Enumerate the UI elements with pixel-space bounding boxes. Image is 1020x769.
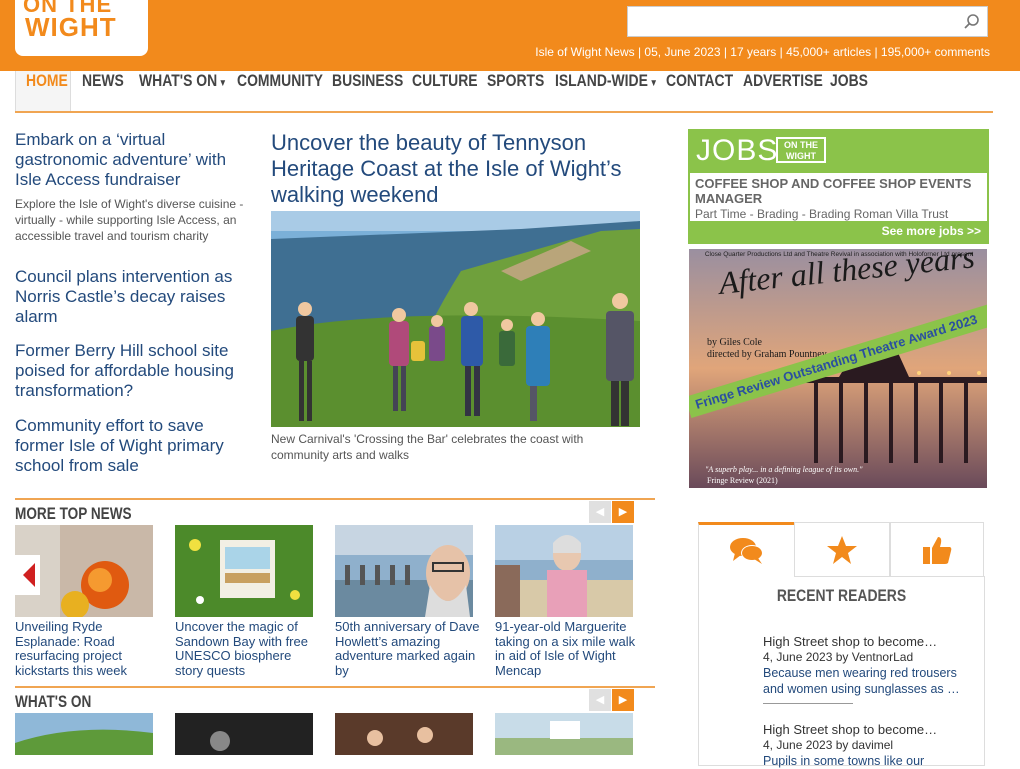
event-thumb-image[interactable]: [175, 713, 313, 755]
story-link[interactable]: Former Berry Hill school site poised for…: [15, 341, 245, 401]
see-more-jobs-link[interactable]: See more jobs >>: [690, 221, 987, 242]
main-story-title[interactable]: Uncover the beauty of Tennyson Heritage …: [271, 130, 651, 208]
nav-item-whats-on[interactable]: WHAT'S ON ▼: [139, 71, 227, 111]
panel-title: RECENT READERS: [776, 586, 907, 605]
job-details: Part Time - Brading - Brading Roman Vill…: [695, 207, 949, 221]
nav-item-business[interactable]: BUSINESS: [332, 71, 403, 111]
story-link[interactable]: Council plans intervention as Norris Cas…: [15, 267, 245, 327]
nav-item-home[interactable]: HOME: [26, 71, 68, 111]
section-title: WHAT'S ON: [15, 692, 92, 711]
more-top-news-header: MORE TOP NEWS ◀ ▶: [15, 498, 655, 525]
main-story-caption: New Carnival's 'Crossing the Bar' celebr…: [271, 432, 584, 462]
search-input[interactable]: [627, 6, 988, 37]
reader-comment-link[interactable]: Because men wearing red trousers and wom…: [763, 665, 978, 697]
jobs-widget[interactable]: JOBS ON THE WIGHT COFFEE SHOP AND COFFEE …: [688, 129, 989, 244]
carousel-prev-button[interactable]: ◀: [589, 501, 611, 523]
carousel-controls: ◀ ▶: [589, 501, 635, 523]
nav-item-island-wide[interactable]: ISLAND-WIDE ▼: [555, 71, 658, 111]
advert-banner[interactable]: Close Quarter Productions Ltd and Theatr…: [689, 249, 987, 488]
chevron-down-icon: ▼: [649, 78, 658, 89]
nav-item-news[interactable]: NEWS: [82, 71, 124, 111]
nav-item-jobs[interactable]: JOBS: [830, 71, 868, 111]
main-nav: HOME NEWS WHAT'S ON ▼ COMMUNITY BUSINESS …: [15, 71, 993, 113]
news-thumb-title[interactable]: Unveiling Ryde Esplanade: Road resurfaci…: [15, 619, 160, 678]
story-summary: Explore the Isle of Wight's diverse cuis…: [15, 197, 244, 243]
tab-liked[interactable]: [890, 522, 984, 577]
divider: [763, 703, 853, 704]
jobs-logo: JOBS: [696, 134, 779, 167]
story-link[interactable]: Community effort to save former Isle of …: [15, 416, 245, 476]
advert-quote: "A superb play... in a defining league o…: [705, 465, 863, 474]
reader-comment-link[interactable]: Pupils in some towns like our: [763, 753, 978, 769]
whats-on-header: WHAT'S ON ◀ ▶: [15, 686, 655, 713]
story-link[interactable]: Embark on a ‘virtual gastronomic adventu…: [15, 130, 245, 190]
logo-wight-text: WIGHT: [25, 12, 117, 42]
jobs-badge: ON THE WIGHT: [776, 137, 826, 163]
carousel-controls: ◀ ▶: [589, 689, 635, 711]
chevron-down-icon: ▼: [218, 78, 227, 89]
carousel-next-button[interactable]: ▶: [612, 501, 634, 523]
list-item: Community effort to save former Isle of …: [15, 416, 245, 476]
tab-comments[interactable]: [698, 522, 795, 577]
news-thumb-image[interactable]: [175, 525, 313, 617]
site-logo[interactable]: ON THE WIGHT: [15, 0, 148, 56]
thumbs-up-icon: [923, 536, 952, 564]
advert-author: by Giles Cole: [707, 337, 762, 348]
news-thumb-title[interactable]: 91-year-old Marguerite taking on a six m…: [495, 619, 640, 678]
nav-item-community[interactable]: COMMUNITY: [237, 71, 323, 111]
list-item: Embark on a ‘virtual gastronomic adventu…: [15, 130, 245, 244]
carousel-prev-button[interactable]: ◀: [589, 689, 611, 711]
left-stories: Embark on a ‘virtual gastronomic adventu…: [15, 130, 245, 476]
news-thumb-image[interactable]: [495, 525, 633, 617]
recent-readers-panel: RECENT READERS High Street shop to becom…: [698, 576, 985, 769]
tab-popular[interactable]: [794, 522, 890, 577]
carousel-next-button[interactable]: ▶: [612, 689, 634, 711]
list-item: High Street shop to become… 4, June 2023…: [763, 722, 978, 769]
news-thumb-title[interactable]: Uncover the magic of Sandown Bay with fr…: [175, 619, 320, 678]
news-thumb-image[interactable]: [335, 525, 473, 617]
nav-item-sports[interactable]: SPORTS: [487, 71, 544, 111]
event-thumb-image[interactable]: [335, 713, 473, 755]
site-header: ON THE WIGHT Isle of Wight News | 05, Ju…: [0, 0, 1020, 71]
list-item: Council plans intervention as Norris Cas…: [15, 267, 245, 327]
job-title[interactable]: COFFEE SHOP AND COFFEE SHOP EVENTS MANAG…: [695, 176, 985, 206]
event-thumb-image[interactable]: [15, 713, 153, 755]
reader-meta: 4, June 2023 by davimel: [763, 738, 894, 752]
nav-item-advertise[interactable]: ADVERTISE: [743, 71, 823, 111]
event-thumb-image[interactable]: [495, 713, 633, 755]
site-tagline: Isle of Wight News | 05, June 2023 | 17 …: [535, 45, 990, 59]
news-thumb-image[interactable]: [15, 525, 153, 617]
main-story-image[interactable]: [271, 211, 640, 427]
comments-icon: [729, 538, 763, 564]
advert-quote-source: Fringe Review (2021): [707, 476, 778, 485]
search-icon[interactable]: [963, 13, 981, 31]
list-item: Former Berry Hill school site poised for…: [15, 341, 245, 401]
star-icon: [827, 535, 857, 564]
list-item: High Street shop to become… 4, June 2023…: [763, 634, 978, 704]
section-title: MORE TOP NEWS: [15, 504, 132, 523]
jobs-header: JOBS ON THE WIGHT: [690, 131, 987, 173]
nav-item-culture[interactable]: CULTURE: [412, 71, 478, 111]
sidebar-tabs: RECENT READERS High Street shop to becom…: [698, 522, 985, 768]
reader-meta: 4, June 2023 by VentnorLad: [763, 650, 914, 664]
reader-article-link[interactable]: High Street shop to become…: [763, 722, 978, 738]
reader-article-link[interactable]: High Street shop to become…: [763, 634, 978, 650]
nav-item-contact[interactable]: CONTACT: [666, 71, 733, 111]
news-thumb-title[interactable]: 50th anniversary of Dave Howlett’s amazi…: [335, 619, 480, 678]
